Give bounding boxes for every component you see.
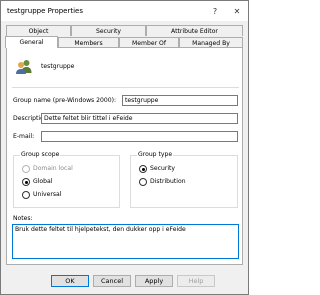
distribution-radio[interactable] [139,178,147,186]
close-icon[interactable]: ✕ [231,5,243,17]
cancel-button[interactable]: Cancel [93,275,131,287]
group-scope-label: Group scope [20,151,61,158]
universal-radio[interactable] [22,191,30,199]
window-title: testgruppe Properties [7,7,83,15]
security-label[interactable]: Security [150,165,175,172]
divider [12,87,239,88]
group-name-label: Group name (pre-Windows 2000): [13,97,117,104]
notes-textarea[interactable]: Bruk dette feltet til hjelpetekst, den d… [12,224,239,259]
tab-object[interactable]: Object [6,25,71,36]
tab-security[interactable]: Security [71,25,146,36]
security-radio[interactable] [139,165,147,173]
domain-local-label: Domain local [33,165,73,172]
group-scope-box: Group scope Domain local Global Universa… [13,151,120,208]
title-bar: testgruppe Properties ? ✕ [1,1,248,21]
tab-attribute-editor[interactable]: Attribute Editor [146,25,243,36]
help-icon[interactable]: ? [209,5,221,17]
tab-general[interactable]: General [5,36,58,48]
domain-local-radio [22,165,30,173]
description-field[interactable]: Dette feltet blir tittel i eFeide [41,113,238,124]
notes-label: Notes: [13,215,33,222]
global-label[interactable]: Global [33,178,52,185]
distribution-label[interactable]: Distribution [150,178,186,185]
apply-button[interactable]: Apply [135,275,173,287]
group-name-display: testgruppe [41,63,75,70]
email-label: E-mail: [13,133,35,140]
universal-label[interactable]: Universal [33,191,61,198]
help-button[interactable]: Help [177,275,215,287]
properties-dialog: testgruppe Properties ? ✕ Object Securit… [0,0,249,295]
group-name-field[interactable]: testgruppe [122,95,238,106]
email-field[interactable] [41,131,238,142]
ok-button[interactable]: OK [51,275,89,287]
group-type-box: Group type Security Distribution [130,151,238,208]
global-radio[interactable] [22,178,30,186]
group-users-icon [15,59,33,75]
general-panel: testgruppe Group name (pre-Windows 2000)… [6,47,243,265]
group-type-label: Group type [137,151,174,158]
